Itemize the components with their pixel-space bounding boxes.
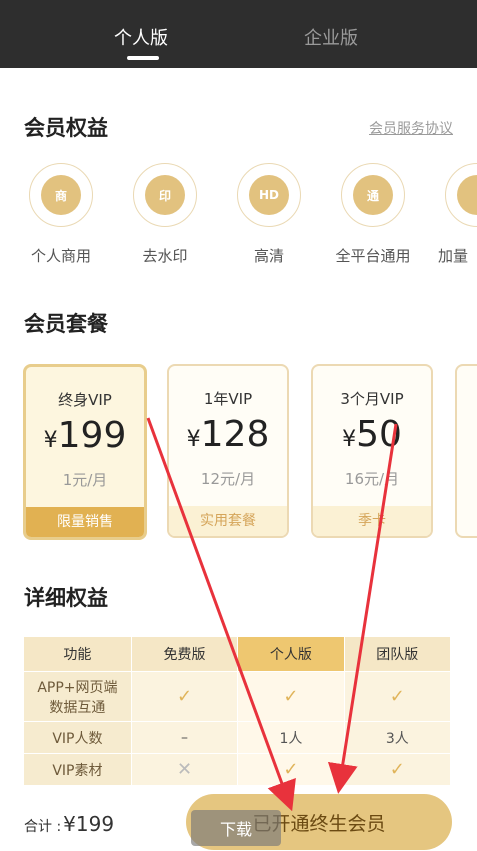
- table-row: VIP素材 ✕ ✓ ✓: [23, 753, 452, 786]
- benefits-table: 功能 免费版 个人版 团队版 APP+网页端 数据互通 ✓ ✓ ✓ VIP人数 –…: [23, 636, 452, 786]
- check-icon: ✓: [389, 759, 405, 780]
- all-platform-icon: 通: [341, 163, 405, 227]
- details-title: 详细权益: [24, 586, 108, 610]
- tab-personal[interactable]: 个人版: [114, 24, 168, 50]
- total-price: 合计 : ¥199: [24, 812, 115, 836]
- plan-1-year[interactable]: 1年VIP ¥128 12元/月 实用套餐: [167, 364, 289, 538]
- no-watermark-icon: 印: [133, 163, 197, 227]
- download-button[interactable]: 下载: [191, 810, 281, 846]
- hd-icon: HD: [237, 163, 301, 227]
- top-header: 个人版 企业版: [0, 0, 477, 68]
- check-icon: ✓: [283, 686, 299, 707]
- plans-title: 会员套餐: [24, 312, 108, 336]
- check-icon: ✓: [389, 686, 405, 707]
- table-row: APP+网页端 数据互通 ✓ ✓ ✓: [23, 671, 452, 722]
- col-team: 团队版: [343, 636, 452, 672]
- tab-enterprise[interactable]: 企业版: [304, 24, 358, 50]
- plan-tag: 实用套餐: [169, 506, 287, 536]
- plan-tag: 季卡: [313, 506, 431, 536]
- plan-partial[interactable]: [455, 364, 477, 538]
- benefit-no-watermark: 印 去水印: [115, 163, 215, 266]
- benefits-title: 会员权益: [24, 116, 108, 140]
- benefit-hd: HD 高清: [219, 163, 319, 266]
- service-agreement-link[interactable]: 会员服务协议: [369, 118, 453, 138]
- col-feature: 功能: [23, 636, 132, 672]
- col-personal: 个人版: [237, 636, 345, 672]
- plan-3-months[interactable]: 3个月VIP ¥50 16元/月 季卡: [311, 364, 433, 538]
- check-icon: ✓: [176, 686, 193, 707]
- plan-lifetime[interactable]: 终身VIP ¥199 1元/月 限量销售: [23, 364, 147, 540]
- benefit-commercial: 商 个人商用: [11, 163, 111, 266]
- benefit-all-platform: 通 全平台通用: [323, 163, 423, 266]
- table-row: VIP人数 – 1人 3人: [23, 721, 452, 754]
- col-free: 免费版: [130, 636, 239, 672]
- commercial-icon: 商: [29, 163, 93, 227]
- active-tab-indicator: [127, 56, 159, 60]
- extra-icon: [445, 163, 477, 227]
- plan-tag: 限量销售: [26, 507, 144, 537]
- cross-icon: ✕: [176, 759, 193, 780]
- benefit-extra: 加量: [427, 163, 477, 266]
- check-icon: ✓: [283, 759, 299, 780]
